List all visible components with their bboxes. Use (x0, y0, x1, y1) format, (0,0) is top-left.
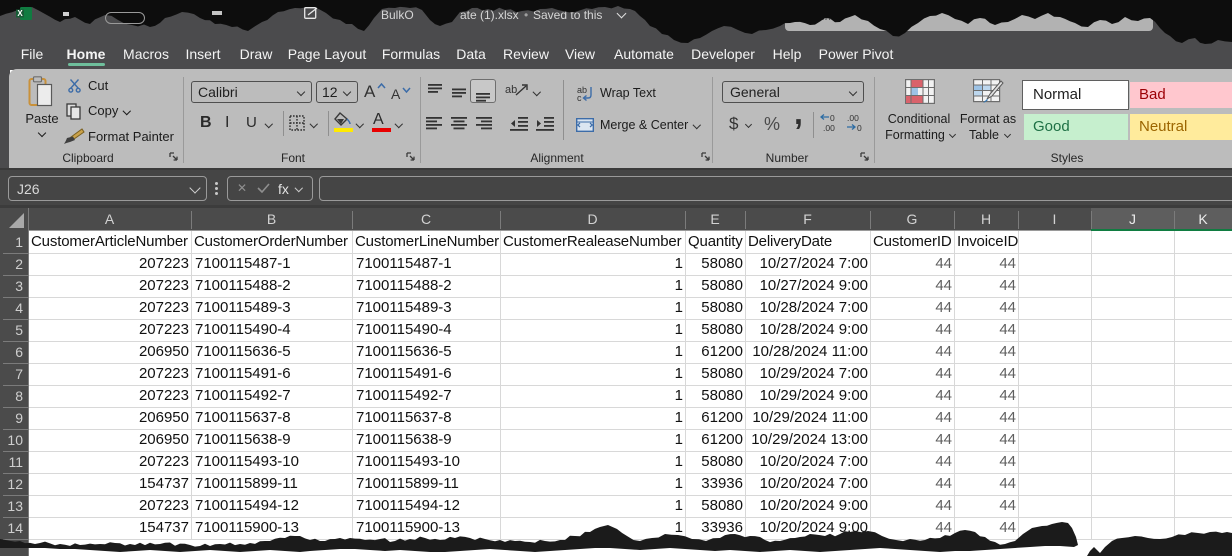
svg-text:c: c (577, 93, 582, 102)
svg-text:X: X (17, 9, 23, 18)
